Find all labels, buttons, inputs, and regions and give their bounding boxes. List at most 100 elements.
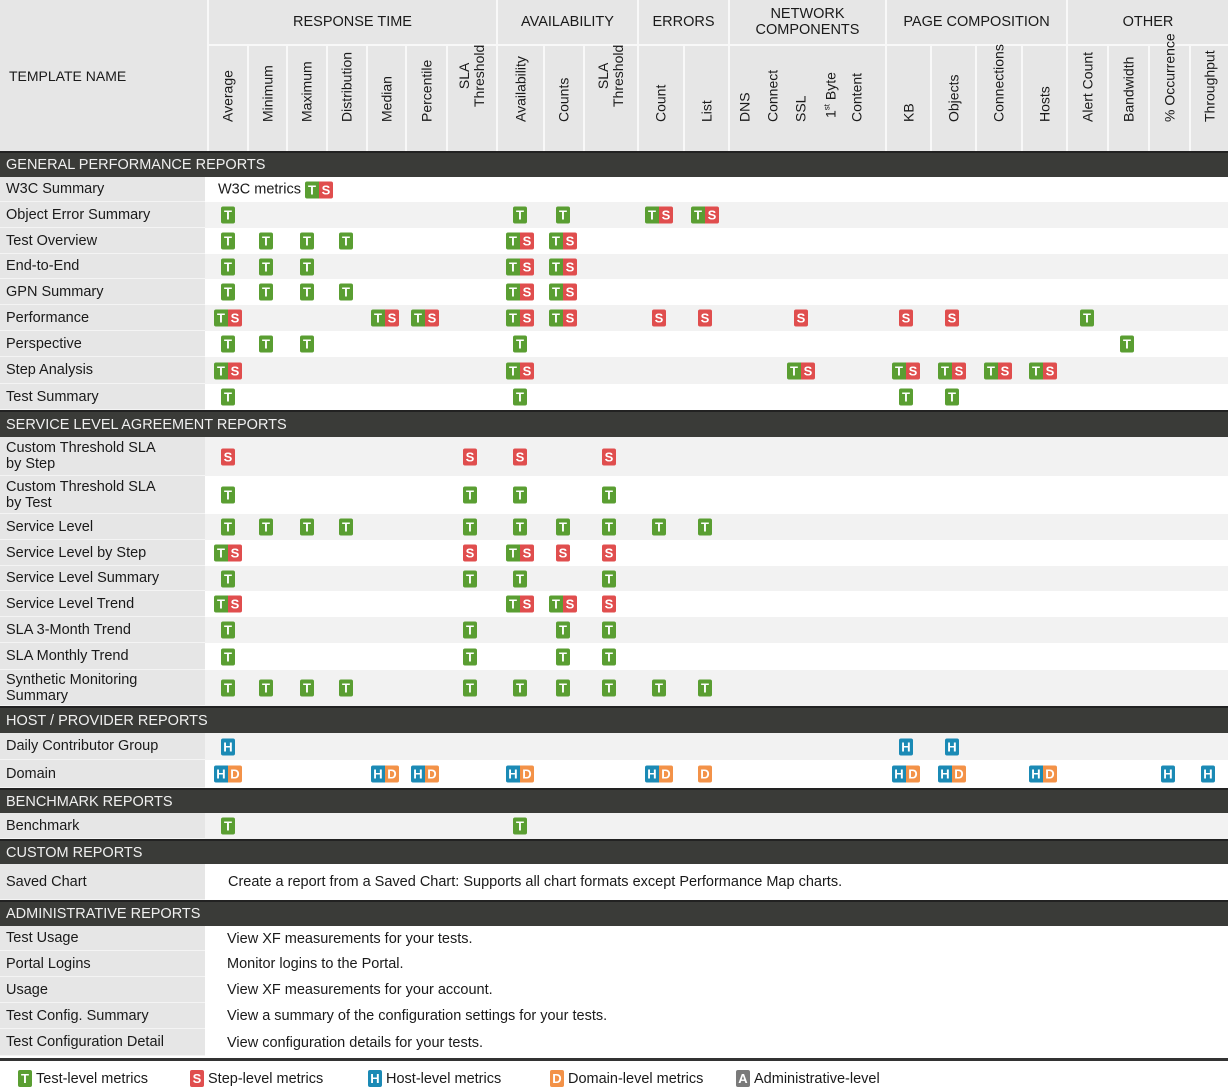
report-row[interactable]: SLA 3-Month Trend T T T T (0, 617, 1228, 643)
step-level-icon: S (463, 448, 477, 465)
test-level-icon: T (698, 518, 712, 536)
column-header: Distribution (326, 46, 366, 151)
step-level-icon: S (520, 258, 534, 275)
report-row[interactable]: Test Config. Summary View a summary of th… (0, 1003, 1228, 1029)
report-row[interactable]: SLA Monthly Trend T T T T (0, 643, 1228, 670)
column-header: Median (366, 46, 405, 151)
test-level-icon: T (463, 570, 477, 587)
report-row[interactable]: Service Level Summary T T T T (0, 566, 1228, 591)
report-template-name[interactable]: Test Config. Summary (0, 1003, 205, 1029)
report-row[interactable]: Step Analysis T S T S T S T S T S T S T S (0, 357, 1228, 384)
column-header-label: Percentile (418, 59, 434, 122)
report-template-name[interactable]: Daily Contributor Group (0, 733, 205, 760)
report-row[interactable]: Custom Threshold SLA by Test T T T T (0, 476, 1228, 514)
step-level-icon: S (318, 181, 333, 198)
report-row[interactable]: GPN Summary T T T T T S T S (0, 279, 1228, 305)
report-template-name[interactable]: Portal Logins (0, 951, 205, 977)
test-level-icon: T (221, 258, 235, 275)
report-template-name[interactable]: Synthetic Monitoring Summary (0, 670, 205, 706)
report-row[interactable]: Test Configuration Detail View configurat… (0, 1029, 1228, 1056)
report-template-name[interactable]: Custom Threshold SLA by Test (0, 476, 205, 514)
report-template-name[interactable]: Test Summary (0, 384, 205, 410)
test-level-icon: T (259, 283, 273, 301)
column-header-label: Count (652, 84, 669, 122)
report-row[interactable]: Test Usage View XF measurements for your … (0, 926, 1228, 951)
report-row[interactable]: Service Level T T T T T T T T T T (0, 514, 1228, 540)
report-template-name[interactable]: Usage (0, 977, 205, 1003)
metric-badge-minimum: T (259, 335, 273, 353)
report-row[interactable]: Custom Threshold SLA by Step S S S S (0, 437, 1228, 476)
step-level-icon: S (513, 448, 527, 465)
report-row[interactable]: Portal Logins Monitor logins to the Porta… (0, 951, 1228, 977)
report-row[interactable]: Object Error Summary T T T T S T S (0, 202, 1228, 228)
test-level-icon: T (549, 309, 563, 327)
report-template-name[interactable]: SLA Monthly Trend (0, 643, 205, 670)
report-template-name[interactable]: Custom Threshold SLA by Step (0, 437, 205, 476)
test-level-icon: T (300, 283, 314, 301)
report-row[interactable]: Usage View XF measurements for your accou… (0, 977, 1228, 1003)
metric-badge-average: HD (214, 765, 242, 783)
report-template-name[interactable]: Test Configuration Detail (0, 1029, 205, 1056)
host-level-icon: H (945, 738, 959, 755)
metric-badge-sla-threshold: S (463, 544, 477, 562)
column-header-label: Objects (945, 74, 961, 122)
report-template-name[interactable]: Step Analysis (0, 357, 205, 384)
report-row[interactable]: W3C Summary W3C metrics T S (0, 177, 1228, 202)
report-template-name[interactable]: W3C Summary (0, 177, 205, 202)
report-row[interactable]: Daily Contributor Group H H H (0, 733, 1228, 760)
report-template-name[interactable]: Service Level Summary (0, 566, 205, 591)
report-row[interactable]: Saved Chart Create a report from a Saved … (0, 864, 1228, 900)
metric-badge-average: S (221, 448, 235, 465)
legend-item: A Administrative-level (736, 1070, 880, 1087)
test-level-icon: T (1029, 362, 1043, 379)
report-description: Create a report from a Saved Chart: Supp… (228, 874, 843, 890)
test-level-icon: T (506, 258, 520, 275)
domain-level-icon: D (425, 765, 439, 783)
test-level-icon: T (945, 388, 959, 406)
step-level-icon: S (563, 258, 577, 275)
report-row[interactable]: Domain H D H D H D H D H D D H D H D H D H H (0, 760, 1228, 788)
report-row[interactable]: Perspective T T T T T (0, 331, 1228, 357)
report-template-name[interactable]: End-to-End (0, 254, 205, 279)
metric-badge-list: D (698, 765, 712, 783)
test-level-icon: T (556, 206, 570, 224)
column-header-label: Minimum (259, 65, 275, 122)
report-row[interactable]: Service Level by Step T S S T S S S (0, 540, 1228, 566)
column-header-label: Availability (512, 56, 528, 122)
report-row[interactable]: Service Level Trend T S T S T S S (0, 591, 1228, 617)
test-level-icon: T (221, 679, 235, 697)
test-level-icon: T (602, 570, 616, 587)
metric-badge-average: T (221, 621, 235, 639)
report-template-name[interactable]: Test Overview (0, 228, 205, 254)
report-template-name[interactable]: Service Level (0, 514, 205, 540)
report-template-name[interactable]: Benchmark (0, 813, 205, 839)
step-level-icon: S (228, 309, 242, 327)
report-template-name[interactable]: Service Level Trend (0, 591, 205, 617)
report-row[interactable]: Synthetic Monitoring Summary T T T T T T T T T T (0, 670, 1228, 706)
report-row[interactable]: Performance T S T S T S T S T S S S S S S T (0, 305, 1228, 331)
report-template-name[interactable]: Perspective (0, 331, 205, 357)
report-row[interactable]: Test Overview T T T T T S T S (0, 228, 1228, 254)
report-template-name[interactable]: Test Usage (0, 926, 205, 951)
admin-level-icon: A (736, 1070, 750, 1087)
report-template-name[interactable]: Service Level by Step (0, 540, 205, 566)
test-level-icon: T (214, 544, 228, 562)
metric-badge-counts: TS (549, 595, 577, 613)
report-template-name[interactable]: Saved Chart (0, 864, 205, 900)
test-level-icon: T (984, 362, 998, 379)
report-template-name[interactable]: Performance (0, 305, 205, 331)
host-level-icon: H (938, 765, 952, 783)
report-row[interactable]: Benchmark T T (0, 813, 1228, 839)
section-header: SERVICE LEVEL AGREEMENT REPORTS (0, 410, 1228, 437)
report-row[interactable]: Test Summary T T T T (0, 384, 1228, 410)
report-row[interactable]: End-to-End T T T T S T S (0, 254, 1228, 279)
report-template-name[interactable]: GPN Summary (0, 279, 205, 305)
report-template-name[interactable]: SLA 3-Month Trend (0, 617, 205, 643)
test-level-icon: T (463, 679, 477, 697)
metric-badge-hosts: TS (1029, 362, 1057, 379)
metric-badge-sla-threshold: T (463, 486, 477, 504)
metric-cells: View configuration details for your test… (205, 1029, 1228, 1056)
report-template-name[interactable]: Domain (0, 760, 205, 788)
metric-cells: TSTSTSTSTSSSSSST (205, 305, 1228, 331)
report-template-name[interactable]: Object Error Summary (0, 202, 205, 228)
